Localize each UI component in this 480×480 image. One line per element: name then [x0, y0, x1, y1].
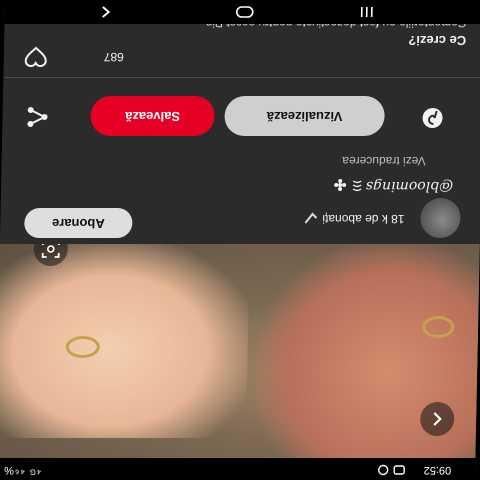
lens-search-icon [41, 244, 60, 258]
system-nav-bar [4, 0, 480, 24]
signal-battery: ⁴ᴳ ⁴⁶% [3, 464, 42, 476]
save-button[interactable]: Salvează [90, 96, 216, 136]
share-icon[interactable] [24, 99, 51, 130]
nav-back-icon[interactable] [99, 0, 113, 19]
young-hand [0, 244, 250, 438]
wave-icon [351, 173, 363, 192]
subscriber-count: 18 k de abonați [322, 212, 405, 226]
status-bar: 09:52 ⁴ᴳ ⁴⁶% [0, 458, 476, 480]
panel-divider [3, 77, 480, 78]
nav-recents-icon[interactable] [359, 0, 375, 19]
pinterest-icon[interactable] [420, 101, 445, 130]
likes-count: 687 [103, 50, 124, 64]
status-time: 09:52 [423, 464, 452, 476]
back-arrow-icon [433, 412, 442, 426]
notification-icon [393, 464, 405, 476]
pin-details-panel: 18 k de abonați Abonare @bloomings Vezi … [0, 8, 480, 244]
comments-heading: Ce crezi? [408, 33, 467, 48]
verified-icon [304, 207, 318, 226]
avatar[interactable] [420, 198, 461, 238]
pin-image[interactable] [0, 244, 480, 458]
view-button[interactable]: Vizualizează [224, 96, 386, 136]
follow-button[interactable]: Abonare [24, 208, 133, 238]
author-handle[interactable]: @bloomings [366, 178, 454, 194]
notification-icon-2 [377, 464, 389, 476]
nav-home-icon[interactable] [235, 0, 255, 19]
translate-link[interactable]: Vezi traducerea [342, 154, 426, 168]
heart-icon[interactable] [24, 41, 49, 68]
screen: 09:52 ⁴ᴳ ⁴⁶% 18 k de abonați Abonare @bl… [0, 0, 480, 480]
flower-icon [333, 173, 347, 192]
